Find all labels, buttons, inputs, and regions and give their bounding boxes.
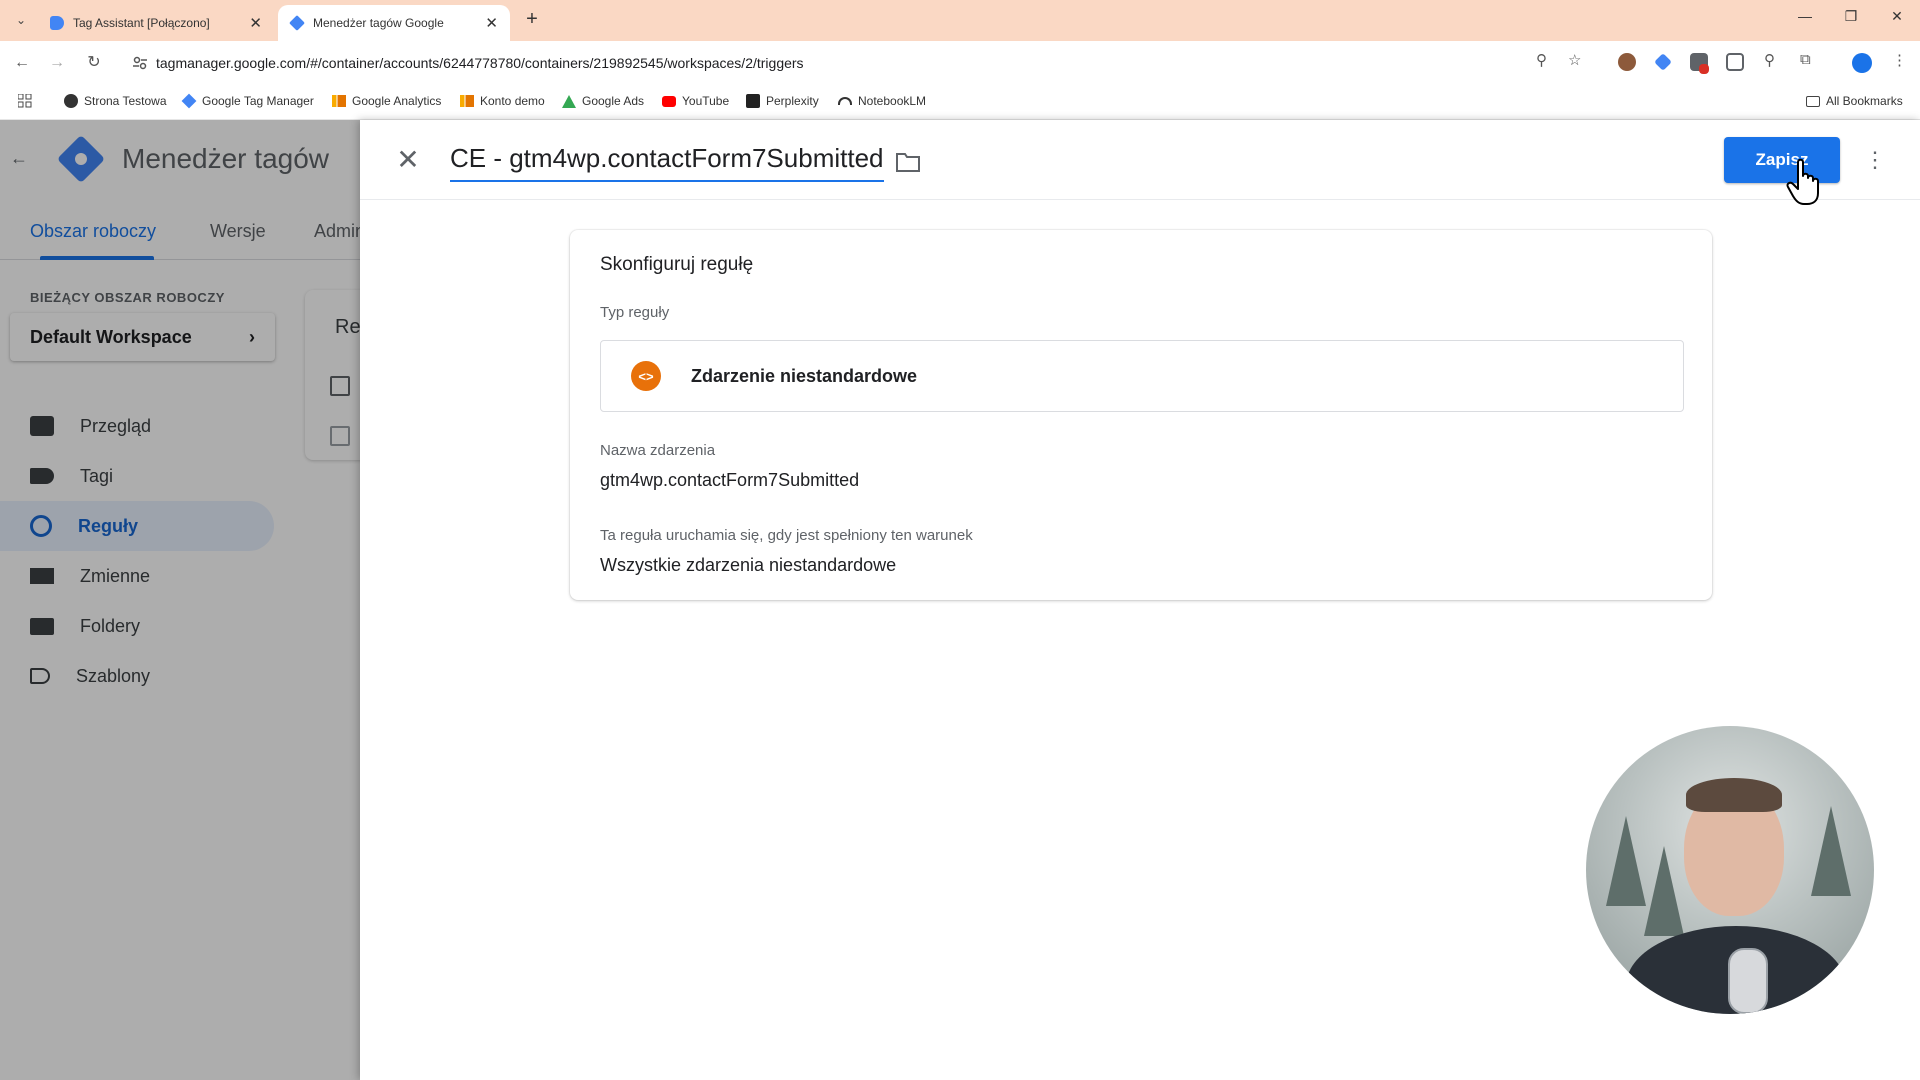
- restore-icon[interactable]: ❐: [1836, 8, 1866, 25]
- more-options-icon[interactable]: ⋮: [1864, 146, 1886, 174]
- editor-header: ✕ CE - gtm4wp.contactForm7Submitted Zapi…: [360, 120, 1920, 205]
- bookmark-label: Google Ads: [582, 94, 645, 108]
- tab-label: Tag Assistant [Połączono]: [73, 16, 210, 30]
- browser-tab-gtm[interactable]: Menedżer tagów Google ✕: [278, 5, 510, 41]
- modal-scrim: [0, 120, 360, 1080]
- background-tree: [1644, 846, 1684, 936]
- all-bookmarks-label: All Bookmarks: [1826, 94, 1903, 108]
- webcam-overlay: [1586, 726, 1874, 1014]
- trigger-type-label: Typ reguły: [600, 304, 670, 321]
- microphone-icon: [1728, 948, 1768, 1014]
- bookmark-label: Google Analytics: [352, 94, 442, 108]
- background-tree: [1811, 806, 1851, 896]
- site-settings-icon[interactable]: [132, 55, 148, 71]
- event-name-value: gtm4wp.contactForm7Submitted: [600, 470, 860, 490]
- close-editor-icon[interactable]: ✕: [390, 142, 426, 178]
- bookmark-youtube[interactable]: YouTube: [662, 94, 729, 108]
- bookmark-konto-demo[interactable]: Konto demo: [460, 94, 545, 108]
- fires-on-value: Wszystkie zdarzenia niestandardowe: [600, 555, 897, 575]
- bookmark-star-icon[interactable]: ☆: [1568, 51, 1581, 69]
- trigger-name-input[interactable]: CE - gtm4wp.contactForm7Submitted: [450, 143, 884, 182]
- close-tab-icon[interactable]: ✕: [485, 14, 498, 32]
- extensions-puzzle-icon[interactable]: ⧉: [1800, 51, 1811, 68]
- analytics-icon: [332, 95, 346, 107]
- gtm-icon: [181, 93, 197, 109]
- ads-icon: [562, 94, 576, 108]
- analytics-icon: [460, 95, 474, 107]
- record-badge-icon: [1699, 64, 1709, 74]
- bookmark-label: Google Tag Manager: [202, 94, 314, 108]
- tag-extension-icon[interactable]: [1654, 53, 1672, 71]
- close-tab-icon[interactable]: ✕: [249, 14, 262, 32]
- trigger-configuration-card: Skonfiguruj regułę Typ reguły <> Zdarzen…: [570, 230, 1712, 600]
- address-bar-row: ← → ↻ tagmanager.google.com/#/container/…: [0, 41, 1920, 85]
- bookmark-label: Perplexity: [766, 94, 819, 108]
- tab-label: Menedżer tagów Google: [313, 16, 444, 30]
- config-title: Skonfiguruj regułę: [600, 254, 754, 275]
- notebooklm-icon: [838, 97, 852, 105]
- presenter-hair: [1686, 778, 1782, 812]
- new-tab-icon[interactable]: +: [520, 8, 544, 31]
- forward-icon[interactable]: →: [45, 51, 69, 75]
- profile-avatar[interactable]: [1852, 53, 1872, 73]
- reload-icon[interactable]: ↻: [82, 51, 106, 75]
- gtm-favicon-icon: [289, 15, 305, 31]
- magnifier-extension-icon[interactable]: ⚲: [1764, 51, 1775, 69]
- perplexity-icon: [746, 94, 760, 108]
- url-input[interactable]: tagmanager.google.com/#/container/accoun…: [122, 46, 1594, 80]
- bookmark-label: NotebookLM: [858, 94, 927, 108]
- fires-on-label: Ta reguła uruchamia się, gdy jest spełni…: [600, 527, 973, 544]
- minimize-icon[interactable]: —: [1790, 8, 1820, 24]
- screenshot-extension-icon[interactable]: [1726, 53, 1744, 71]
- bookmark-perplexity[interactable]: Perplexity: [746, 94, 819, 108]
- cookie-extension-icon[interactable]: [1618, 53, 1636, 71]
- all-bookmarks[interactable]: All Bookmarks: [1806, 94, 1903, 108]
- browser-tab-bar: ⌄ Tag Assistant [Połączono] ✕ Menedżer t…: [0, 0, 1920, 41]
- event-name-label: Nazwa zdarzenia: [600, 442, 716, 459]
- zoom-icon[interactable]: ⚲: [1536, 51, 1547, 69]
- back-icon[interactable]: ←: [10, 51, 34, 75]
- trigger-type-name: Zdarzenie niestandardowe: [691, 365, 918, 386]
- bookmark-label: Konto demo: [480, 94, 545, 108]
- bookmark-label: Strona Testowa: [84, 94, 167, 108]
- bookmark-label: YouTube: [682, 94, 730, 108]
- folder-icon: [1806, 95, 1820, 107]
- bookmark-google-tag-manager[interactable]: Google Tag Manager: [181, 93, 314, 109]
- folder-icon[interactable]: [896, 152, 920, 172]
- bookmark-notebooklm[interactable]: NotebookLM: [838, 94, 926, 108]
- custom-event-icon: <>: [631, 361, 661, 391]
- hand-cursor-icon: [1786, 158, 1819, 205]
- url-text: tagmanager.google.com/#/container/accoun…: [156, 55, 804, 71]
- youtube-icon: [662, 95, 676, 107]
- background-tree: [1606, 816, 1646, 906]
- tag-assistant-favicon-icon: [50, 16, 64, 30]
- trigger-type-selector[interactable]: <> Zdarzenie niestandardowe: [600, 340, 1684, 412]
- browser-menu-icon[interactable]: ⋮: [1892, 51, 1907, 69]
- bookmarks-bar: Strona Testowa Google Tag Manager Google…: [0, 85, 1920, 120]
- close-window-icon[interactable]: ✕: [1882, 8, 1912, 25]
- bookmark-google-ads[interactable]: Google Ads: [562, 94, 644, 108]
- tab-search-chevron-icon[interactable]: ⌄: [10, 8, 32, 32]
- bookmark-strona-testowa[interactable]: Strona Testowa: [64, 94, 167, 108]
- globe-icon: [64, 94, 78, 108]
- apps-grid-icon[interactable]: [18, 94, 32, 108]
- bookmark-google-analytics[interactable]: Google Analytics: [332, 94, 441, 108]
- browser-tab-tag-assistant[interactable]: Tag Assistant [Połączono] ✕: [38, 5, 274, 41]
